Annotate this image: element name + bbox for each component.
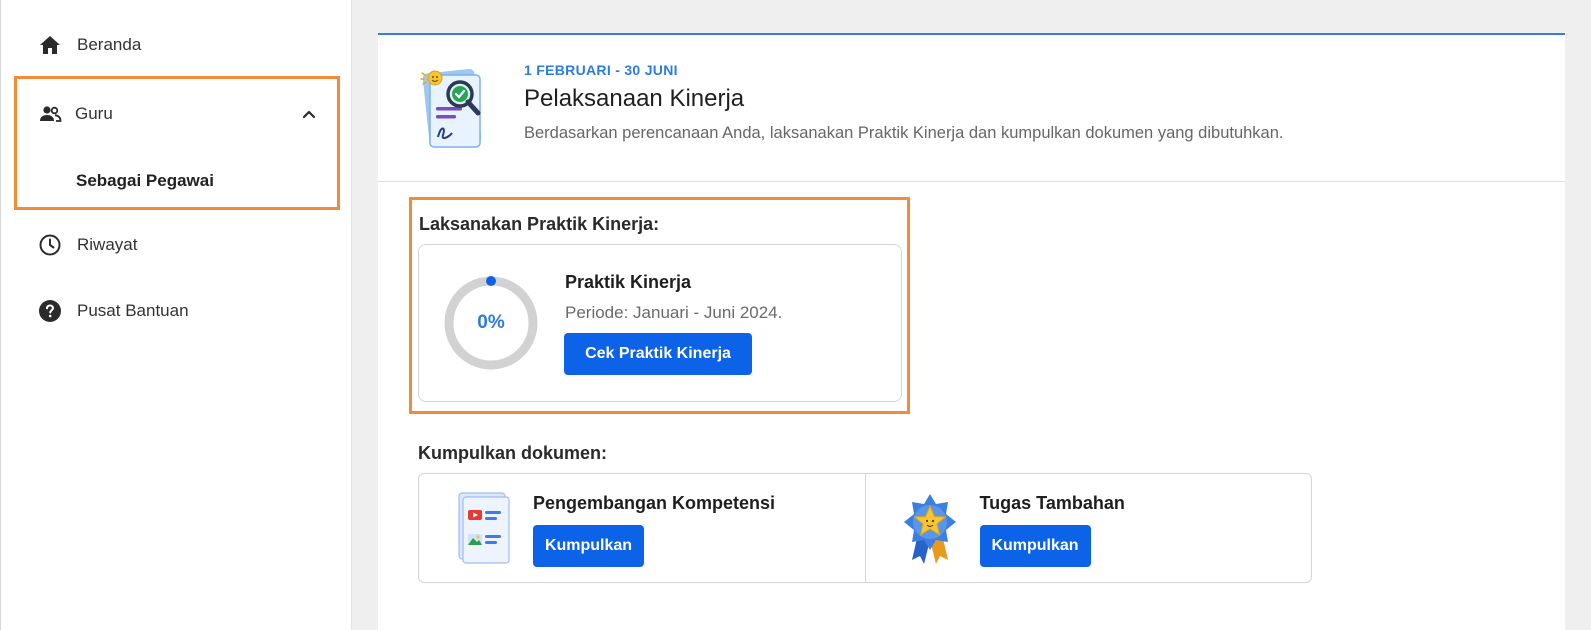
cek-praktik-kinerja-button[interactable]: Cek Praktik Kinerja [564,333,752,375]
sidebar-item-label: Pusat Bantuan [77,301,189,320]
praktik-card-period: Periode: Januari - Juni 2024. [565,303,783,322]
document-card-pengembangan-kompetensi: Pengembangan Kompetensi Kumpulkan [419,474,865,582]
home-icon [37,32,63,58]
praktik-card-title: Praktik Kinerja [565,272,692,292]
document-signature-icon [416,65,496,155]
sidebar-item-pusat-bantuan[interactable]: Pusat Bantuan [37,298,189,324]
documents-heading: Kumpulkan dokumen: [418,443,608,463]
sidebar-guru-group: Guru Sebagai Pegawai [14,76,340,210]
documents-grid: Pengembangan Kompetensi Kumpulkan Tugas … [418,473,1312,583]
praktik-section: Laksanakan Praktik Kinerja: 0% Praktik K… [409,197,910,414]
praktik-heading: Laksanakan Praktik Kinerja: [419,214,660,234]
date-range: 1 FEBRUARI - 30 JUNI [524,62,678,78]
chevron-up-icon[interactable] [299,104,319,124]
main-panel: 1 FEBRUARI - 30 JUNI Pelaksanaan Kinerja… [378,33,1565,630]
clock-icon [37,232,63,258]
sidebar-subitem-sebagai-pegawai[interactable]: Sebagai Pegawai [76,171,214,191]
sidebar-item-riwayat[interactable]: Riwayat [37,232,137,258]
praktik-card: 0% Praktik Kinerja Periode: Januari - Ju… [418,244,902,402]
document-card-title: Pengembangan Kompetensi [533,493,776,513]
sidebar-item-guru[interactable]: Guru [37,101,319,127]
document-media-icon [451,490,515,566]
star-badge-icon [898,490,962,566]
progress-label: 0% [477,312,505,333]
page-header: 1 FEBRUARI - 30 JUNI Pelaksanaan Kinerja… [378,35,1565,182]
document-card-title: Tugas Tambahan [979,493,1125,513]
sidebar-item-beranda[interactable]: Beranda [37,32,141,58]
kumpulkan-button[interactable]: Kumpulkan [979,525,1091,567]
page-description: Berdasarkan perencanaan Anda, laksanakan… [524,124,1284,142]
sidebar-item-label: Guru [75,104,113,123]
help-icon [37,298,63,324]
sidebar-item-label: Riwayat [77,235,138,254]
sidebar: Beranda Guru Sebagai Pegawai Riwayat Pus… [0,0,352,630]
sidebar-item-label: Beranda [77,35,142,54]
people-icon [37,101,63,127]
kumpulkan-button[interactable]: Kumpulkan [533,525,644,567]
document-card-tugas-tambahan: Tugas Tambahan Kumpulkan [864,474,1312,582]
page-title: Pelaksanaan Kinerja [524,85,745,112]
